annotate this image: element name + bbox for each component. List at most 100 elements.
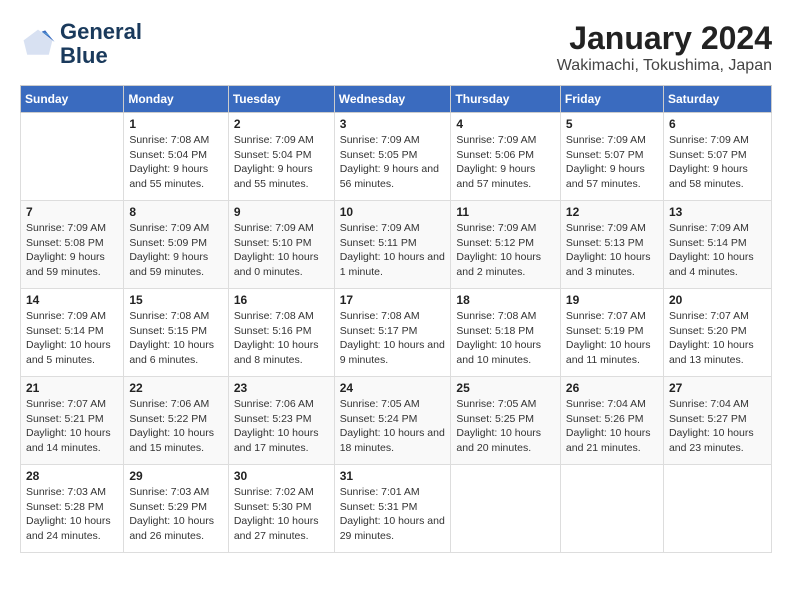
- day-number: 16: [234, 293, 329, 307]
- day-cell: 20 Sunrise: 7:07 AM Sunset: 5:20 PM Dayl…: [663, 289, 771, 377]
- day-info: Sunrise: 7:06 AM Sunset: 5:22 PM Dayligh…: [129, 397, 222, 456]
- day-info: Sunrise: 7:06 AM Sunset: 5:23 PM Dayligh…: [234, 397, 329, 456]
- day-number: 2: [234, 117, 329, 131]
- day-number: 3: [340, 117, 446, 131]
- day-number: 20: [669, 293, 766, 307]
- week-row-2: 7 Sunrise: 7:09 AM Sunset: 5:08 PM Dayli…: [21, 201, 772, 289]
- day-number: 12: [566, 205, 658, 219]
- day-info: Sunrise: 7:09 AM Sunset: 5:13 PM Dayligh…: [566, 221, 658, 280]
- day-cell: 15 Sunrise: 7:08 AM Sunset: 5:15 PM Dayl…: [124, 289, 228, 377]
- day-number: 8: [129, 205, 222, 219]
- week-row-4: 21 Sunrise: 7:07 AM Sunset: 5:21 PM Dayl…: [21, 377, 772, 465]
- day-cell: 30 Sunrise: 7:02 AM Sunset: 5:30 PM Dayl…: [228, 465, 334, 553]
- day-info: Sunrise: 7:04 AM Sunset: 5:27 PM Dayligh…: [669, 397, 766, 456]
- day-number: 19: [566, 293, 658, 307]
- logo-text: General Blue: [60, 20, 142, 68]
- weekday-header-row: SundayMondayTuesdayWednesdayThursdayFrid…: [21, 86, 772, 113]
- day-cell: 23 Sunrise: 7:06 AM Sunset: 5:23 PM Dayl…: [228, 377, 334, 465]
- day-cell: 17 Sunrise: 7:08 AM Sunset: 5:17 PM Dayl…: [334, 289, 451, 377]
- day-number: 4: [456, 117, 555, 131]
- day-cell: 11 Sunrise: 7:09 AM Sunset: 5:12 PM Dayl…: [451, 201, 561, 289]
- day-number: 27: [669, 381, 766, 395]
- day-number: 15: [129, 293, 222, 307]
- logo: General Blue: [20, 20, 142, 68]
- day-number: 6: [669, 117, 766, 131]
- day-number: 5: [566, 117, 658, 131]
- day-cell: 3 Sunrise: 7:09 AM Sunset: 5:05 PM Dayli…: [334, 113, 451, 201]
- day-info: Sunrise: 7:09 AM Sunset: 5:05 PM Dayligh…: [340, 133, 446, 192]
- day-number: 1: [129, 117, 222, 131]
- day-number: 28: [26, 469, 118, 483]
- day-cell: 14 Sunrise: 7:09 AM Sunset: 5:14 PM Dayl…: [21, 289, 124, 377]
- day-info: Sunrise: 7:09 AM Sunset: 5:07 PM Dayligh…: [669, 133, 766, 192]
- day-cell: 12 Sunrise: 7:09 AM Sunset: 5:13 PM Dayl…: [560, 201, 663, 289]
- weekday-tuesday: Tuesday: [228, 86, 334, 113]
- day-cell: 10 Sunrise: 7:09 AM Sunset: 5:11 PM Dayl…: [334, 201, 451, 289]
- day-number: 24: [340, 381, 446, 395]
- day-info: Sunrise: 7:09 AM Sunset: 5:14 PM Dayligh…: [669, 221, 766, 280]
- day-cell: 13 Sunrise: 7:09 AM Sunset: 5:14 PM Dayl…: [663, 201, 771, 289]
- day-cell: 27 Sunrise: 7:04 AM Sunset: 5:27 PM Dayl…: [663, 377, 771, 465]
- day-info: Sunrise: 7:08 AM Sunset: 5:16 PM Dayligh…: [234, 309, 329, 368]
- day-cell: 22 Sunrise: 7:06 AM Sunset: 5:22 PM Dayl…: [124, 377, 228, 465]
- day-number: 31: [340, 469, 446, 483]
- day-number: 17: [340, 293, 446, 307]
- main-title: January 2024: [557, 20, 772, 57]
- day-info: Sunrise: 7:01 AM Sunset: 5:31 PM Dayligh…: [340, 485, 446, 544]
- day-number: 10: [340, 205, 446, 219]
- week-row-3: 14 Sunrise: 7:09 AM Sunset: 5:14 PM Dayl…: [21, 289, 772, 377]
- page-header: General Blue January 2024 Wakimachi, Tok…: [20, 20, 772, 75]
- day-info: Sunrise: 7:09 AM Sunset: 5:06 PM Dayligh…: [456, 133, 555, 192]
- day-info: Sunrise: 7:08 AM Sunset: 5:18 PM Dayligh…: [456, 309, 555, 368]
- weekday-saturday: Saturday: [663, 86, 771, 113]
- day-number: 22: [129, 381, 222, 395]
- day-info: Sunrise: 7:07 AM Sunset: 5:19 PM Dayligh…: [566, 309, 658, 368]
- title-block: January 2024 Wakimachi, Tokushima, Japan: [557, 20, 772, 75]
- day-number: 18: [456, 293, 555, 307]
- day-info: Sunrise: 7:09 AM Sunset: 5:11 PM Dayligh…: [340, 221, 446, 280]
- day-number: 29: [129, 469, 222, 483]
- weekday-thursday: Thursday: [451, 86, 561, 113]
- day-cell: 16 Sunrise: 7:08 AM Sunset: 5:16 PM Dayl…: [228, 289, 334, 377]
- day-cell: 8 Sunrise: 7:09 AM Sunset: 5:09 PM Dayli…: [124, 201, 228, 289]
- day-number: 23: [234, 381, 329, 395]
- day-number: 13: [669, 205, 766, 219]
- day-info: Sunrise: 7:03 AM Sunset: 5:28 PM Dayligh…: [26, 485, 118, 544]
- day-number: 21: [26, 381, 118, 395]
- day-cell: 2 Sunrise: 7:09 AM Sunset: 5:04 PM Dayli…: [228, 113, 334, 201]
- day-info: Sunrise: 7:09 AM Sunset: 5:07 PM Dayligh…: [566, 133, 658, 192]
- weekday-friday: Friday: [560, 86, 663, 113]
- day-number: 14: [26, 293, 118, 307]
- day-info: Sunrise: 7:09 AM Sunset: 5:14 PM Dayligh…: [26, 309, 118, 368]
- day-cell: 31 Sunrise: 7:01 AM Sunset: 5:31 PM Dayl…: [334, 465, 451, 553]
- day-cell: 21 Sunrise: 7:07 AM Sunset: 5:21 PM Dayl…: [21, 377, 124, 465]
- day-cell: 28 Sunrise: 7:03 AM Sunset: 5:28 PM Dayl…: [21, 465, 124, 553]
- day-number: 30: [234, 469, 329, 483]
- day-cell: 26 Sunrise: 7:04 AM Sunset: 5:26 PM Dayl…: [560, 377, 663, 465]
- day-number: 9: [234, 205, 329, 219]
- day-info: Sunrise: 7:07 AM Sunset: 5:21 PM Dayligh…: [26, 397, 118, 456]
- day-info: Sunrise: 7:05 AM Sunset: 5:25 PM Dayligh…: [456, 397, 555, 456]
- day-cell: 24 Sunrise: 7:05 AM Sunset: 5:24 PM Dayl…: [334, 377, 451, 465]
- day-info: Sunrise: 7:08 AM Sunset: 5:15 PM Dayligh…: [129, 309, 222, 368]
- day-info: Sunrise: 7:08 AM Sunset: 5:17 PM Dayligh…: [340, 309, 446, 368]
- day-cell: 4 Sunrise: 7:09 AM Sunset: 5:06 PM Dayli…: [451, 113, 561, 201]
- week-row-1: 1 Sunrise: 7:08 AM Sunset: 5:04 PM Dayli…: [21, 113, 772, 201]
- day-cell: [663, 465, 771, 553]
- day-cell: [451, 465, 561, 553]
- day-cell: 25 Sunrise: 7:05 AM Sunset: 5:25 PM Dayl…: [451, 377, 561, 465]
- day-cell: 18 Sunrise: 7:08 AM Sunset: 5:18 PM Dayl…: [451, 289, 561, 377]
- day-number: 25: [456, 381, 555, 395]
- calendar-table: SundayMondayTuesdayWednesdayThursdayFrid…: [20, 85, 772, 553]
- day-cell: 29 Sunrise: 7:03 AM Sunset: 5:29 PM Dayl…: [124, 465, 228, 553]
- day-info: Sunrise: 7:04 AM Sunset: 5:26 PM Dayligh…: [566, 397, 658, 456]
- logo-icon: [20, 26, 56, 62]
- day-cell: 1 Sunrise: 7:08 AM Sunset: 5:04 PM Dayli…: [124, 113, 228, 201]
- day-info: Sunrise: 7:09 AM Sunset: 5:08 PM Dayligh…: [26, 221, 118, 280]
- day-info: Sunrise: 7:08 AM Sunset: 5:04 PM Dayligh…: [129, 133, 222, 192]
- day-cell: 7 Sunrise: 7:09 AM Sunset: 5:08 PM Dayli…: [21, 201, 124, 289]
- weekday-sunday: Sunday: [21, 86, 124, 113]
- day-cell: 19 Sunrise: 7:07 AM Sunset: 5:19 PM Dayl…: [560, 289, 663, 377]
- day-info: Sunrise: 7:05 AM Sunset: 5:24 PM Dayligh…: [340, 397, 446, 456]
- day-cell: 9 Sunrise: 7:09 AM Sunset: 5:10 PM Dayli…: [228, 201, 334, 289]
